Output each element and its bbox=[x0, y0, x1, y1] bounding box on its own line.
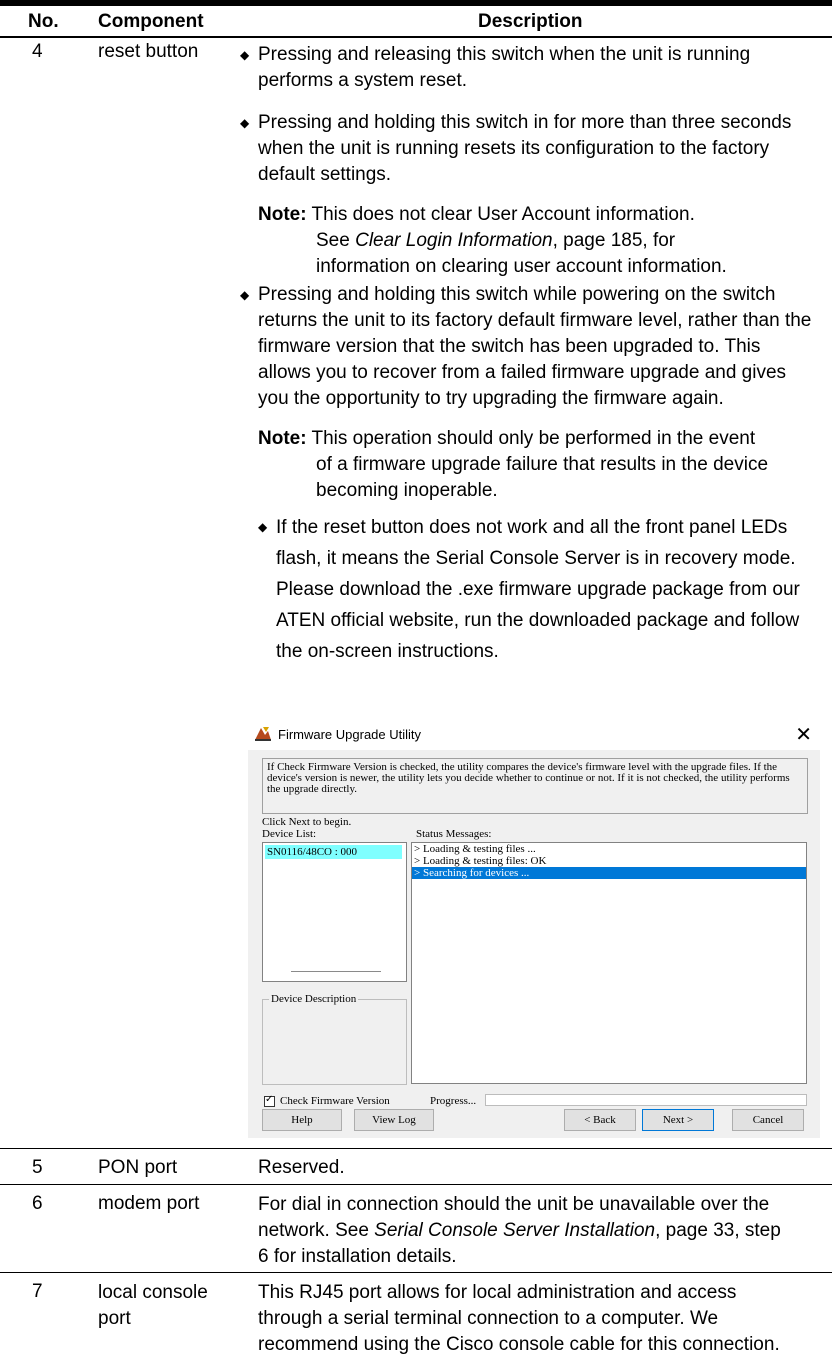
row-divider bbox=[0, 1272, 832, 1273]
intro-text: If Check Firmware Version is checked, th… bbox=[262, 758, 808, 814]
device-list-label: Device List: bbox=[262, 828, 317, 840]
device-list[interactable]: SN0116/48CO : 000 bbox=[262, 842, 407, 982]
row7-no: 7 bbox=[32, 1281, 43, 1302]
row7-description: This RJ45 port allows for local administ… bbox=[258, 1282, 780, 1355]
row7-component: local console port bbox=[98, 1282, 208, 1329]
next-button[interactable]: Next > bbox=[642, 1109, 714, 1131]
click-next-text: Click Next to begin. bbox=[262, 816, 352, 828]
row-divider bbox=[0, 1148, 832, 1149]
header-description: Description bbox=[478, 11, 583, 32]
progress-bar bbox=[485, 1094, 807, 1106]
checkmark-icon: ✓ bbox=[265, 1094, 274, 1105]
app-icon bbox=[255, 727, 271, 741]
cancel-button[interactable]: Cancel bbox=[732, 1109, 804, 1131]
bullet-4: ◆ If the reset button does not work and … bbox=[258, 512, 822, 667]
row5-no: 5 bbox=[32, 1157, 43, 1178]
close-icon[interactable]: ✕ bbox=[795, 722, 812, 747]
status-message: > Loading & testing files: OK bbox=[414, 855, 547, 867]
bullet-3: ◆ Pressing and holding this switch while… bbox=[240, 284, 812, 409]
note-2: Note: This operation should only be perf… bbox=[258, 428, 769, 501]
firmware-upgrade-dialog: Firmware Upgrade Utility ✕ If Check Firm… bbox=[248, 718, 820, 1138]
installation-link[interactable]: Serial Console Server Installation bbox=[374, 1220, 655, 1241]
view-log-button[interactable]: View Log bbox=[354, 1109, 434, 1131]
note-1: Note: This does not clear User Account i… bbox=[258, 204, 727, 277]
row5-description: Reserved. bbox=[258, 1157, 345, 1178]
status-message-selected[interactable]: > Searching for devices ... bbox=[412, 867, 806, 879]
diamond-bullet-icon: ◆ bbox=[240, 116, 250, 130]
clear-login-link[interactable]: Clear Login Information bbox=[355, 230, 553, 251]
help-button[interactable]: Help bbox=[262, 1109, 342, 1131]
bullet-1: ◆ Pressing and releasing this switch whe… bbox=[240, 44, 751, 91]
diamond-bullet-icon: ◆ bbox=[258, 520, 268, 534]
row-divider bbox=[0, 1184, 832, 1185]
bullet-2: ◆ Pressing and holding this switch in fo… bbox=[240, 112, 792, 185]
device-description-group: Device Description bbox=[262, 993, 407, 1085]
row5-component: PON port bbox=[98, 1157, 178, 1178]
device-list-item[interactable]: SN0116/48CO : 000 bbox=[265, 845, 402, 859]
row6-description: For dial in connection should the unit b… bbox=[258, 1194, 781, 1267]
row4-no: 4 bbox=[32, 41, 43, 62]
status-messages-label: Status Messages: bbox=[416, 828, 492, 840]
check-firmware-label: Check Firmware Version bbox=[280, 1095, 390, 1107]
header-component: Component bbox=[98, 11, 204, 32]
dialog-client: If Check Firmware Version is checked, th… bbox=[248, 750, 820, 1138]
row4-component: reset button bbox=[98, 41, 199, 62]
dialog-titlebar: Firmware Upgrade Utility ✕ bbox=[248, 718, 820, 750]
progress-label: Progress... bbox=[430, 1095, 477, 1107]
check-firmware-checkbox[interactable]: ✓ bbox=[264, 1094, 275, 1107]
diamond-bullet-icon: ◆ bbox=[240, 288, 250, 302]
status-messages-box[interactable]: > Loading & testing files ... > Loading … bbox=[411, 842, 807, 1084]
table-header: No. Component Description bbox=[0, 6, 832, 38]
dialog-title: Firmware Upgrade Utility bbox=[278, 727, 422, 742]
device-description-label: Device Description bbox=[269, 993, 359, 1005]
back-button[interactable]: < Back bbox=[564, 1109, 636, 1131]
list-scrollbar[interactable] bbox=[291, 971, 381, 972]
status-message: > Loading & testing files ... bbox=[414, 843, 536, 855]
row6-no: 6 bbox=[32, 1193, 43, 1214]
header-no: No. bbox=[28, 11, 59, 32]
row6-component: modem port bbox=[98, 1193, 200, 1214]
diamond-bullet-icon: ◆ bbox=[240, 48, 250, 62]
